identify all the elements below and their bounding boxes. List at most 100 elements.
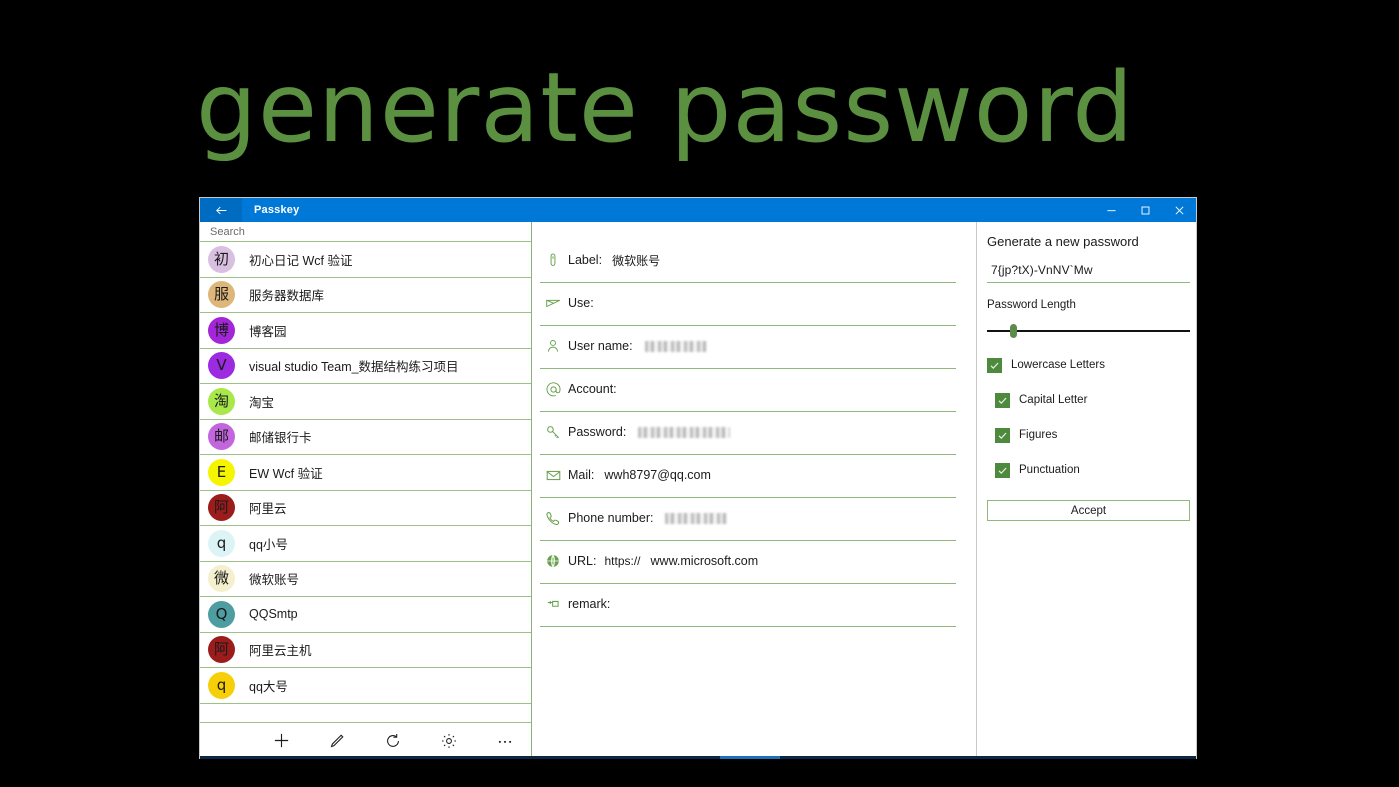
checkbox-checked-icon[interactable] [995, 462, 1010, 478]
restore-button[interactable] [1128, 198, 1162, 222]
account-name: visual studio Team_数据结构练习项目 [249, 360, 459, 375]
account-list-item[interactable]: Vvisual studio Team_数据结构练习项目 [200, 348, 531, 384]
account-name: 服务器数据库 [249, 289, 325, 304]
field-label-use: Use: [568, 296, 594, 310]
window-bottom-accent [200, 756, 1196, 759]
field-row-use[interactable]: Use: [540, 283, 956, 326]
avatar: 博 [208, 316, 235, 344]
generator-option-row[interactable]: Lowercase Letters [987, 355, 1190, 375]
field-value-mail: wwh8797@qq.com [604, 468, 711, 482]
page-title: generate password [196, 52, 1135, 164]
generator-option-label: Figures [1019, 429, 1058, 441]
gear-icon[interactable] [432, 726, 466, 756]
generator-option-label: Capital Letter [1019, 394, 1088, 406]
account-list-item[interactable]: Q QQSmtp [200, 597, 531, 633]
account-name: 邮储银行卡 [249, 431, 312, 446]
field-value-redacted-user [644, 340, 707, 352]
window-body: Search 初初心日记 Wcf 验证服服务器数据库博博客园 Vvisual st… [200, 222, 1196, 758]
at-sign-icon [540, 381, 566, 398]
phone-icon [540, 510, 566, 527]
field-value-redacted-phone [665, 512, 728, 524]
avatar: 微 [208, 565, 235, 593]
envelope-icon [540, 467, 566, 484]
account-list-item[interactable]: 博博客园 [200, 313, 531, 349]
avatar: 阿 [208, 494, 235, 522]
account-name: 淘宝 [249, 395, 275, 410]
account-list-item[interactable]: q qq小号 [200, 526, 531, 562]
field-value-redacted-password [638, 426, 731, 438]
account-name: QQSmtp [249, 607, 298, 622]
account-list-item[interactable]: q qq大号 [200, 668, 531, 704]
ellipsis-icon[interactable] [488, 726, 522, 756]
avatar: Q [208, 600, 235, 628]
list-toolbar [200, 722, 531, 758]
slider-thumb[interactable] [1009, 324, 1017, 338]
password-length-label: Password Length [987, 299, 1076, 311]
back-arrow-icon[interactable] [200, 198, 242, 222]
minimize-button[interactable] [1094, 198, 1128, 222]
account-list-item[interactable]: 淘淘宝 [200, 384, 531, 420]
account-name: 初心日记 Wcf 验证 [249, 253, 353, 268]
avatar: 服 [208, 281, 235, 309]
field-label-remark: remark: [568, 597, 611, 611]
account-list-item[interactable]: 阿阿里云主机 [200, 632, 531, 668]
generated-password-value: 7{jp?tX)-VnNV`Mw [991, 263, 1093, 277]
title-bar: Passkey [200, 198, 1196, 222]
generator-option-row[interactable]: Figures [987, 425, 1190, 445]
pencil-icon[interactable] [320, 726, 354, 756]
accept-button[interactable]: Accept [987, 500, 1190, 521]
field-row-label[interactable]: Label: 微软账号 [540, 240, 956, 283]
avatar: 阿 [208, 636, 235, 664]
generator-option-row[interactable]: Punctuation [987, 460, 1190, 480]
field-row-phone[interactable]: Phone number: [540, 498, 956, 541]
field-row-user[interactable]: User name: [540, 326, 956, 369]
field-row-account[interactable]: Account: [540, 369, 956, 412]
account-list-pane: Search 初初心日记 Wcf 验证服服务器数据库博博客园 Vvisual st… [200, 222, 532, 758]
account-name: qq大号 [249, 679, 288, 694]
window-title: Passkey [254, 204, 300, 216]
generator-title: Generate a new password [987, 234, 1139, 249]
add-button[interactable] [264, 726, 298, 756]
account-name: 阿里云主机 [249, 644, 312, 659]
field-label-account: Account: [568, 382, 617, 396]
account-list-item[interactable]: E EW Wcf 验证 [200, 455, 531, 491]
generator-option-row[interactable]: Capital Letter [987, 390, 1190, 410]
avatar: 淘 [208, 387, 235, 415]
detail-form: Label: 微软账号 Use: User name: Account: Password… [532, 222, 976, 758]
checkbox-checked-icon[interactable] [995, 427, 1010, 443]
account-list-item[interactable]: 邮邮储银行卡 [200, 419, 531, 455]
pushpin-icon [540, 596, 566, 613]
field-row-remark[interactable]: remark: [540, 584, 956, 627]
right-pane-filler [987, 521, 1190, 758]
field-prefix-url: https:// [604, 554, 641, 568]
field-row-password[interactable]: Password: [540, 412, 956, 455]
field-row-mail[interactable]: Mail: wwh8797@qq.com [540, 455, 956, 498]
close-button[interactable] [1162, 198, 1196, 222]
account-list-item[interactable]: 阿阿里云 [200, 490, 531, 526]
account-list-item[interactable]: 服服务器数据库 [200, 277, 531, 313]
globe-icon [540, 553, 566, 569]
passkey-window: Passkey Search 初初心日记 Wcf 验证服服务器数据库博博客园 Vv… [200, 198, 1196, 758]
account-name: EW Wcf 验证 [249, 466, 323, 481]
window-bottom-accent-highlight [720, 756, 780, 759]
field-row-url[interactable]: URL: https:// www.microsoft.com [540, 541, 956, 584]
account-name: qq小号 [249, 537, 288, 552]
checkbox-checked-icon[interactable] [987, 357, 1002, 373]
account-list[interactable]: 初初心日记 Wcf 验证服服务器数据库博博客园 Vvisual studio Te… [200, 242, 531, 722]
account-list-item[interactable]: 微微软账号 [200, 561, 531, 597]
paper-plane-icon [540, 295, 566, 312]
search-input[interactable]: Search [200, 222, 531, 242]
account-list-item[interactable]: 初初心日记 Wcf 验证 [200, 242, 531, 278]
slider-track [987, 330, 1190, 332]
avatar: 初 [208, 245, 235, 273]
generated-password-field[interactable]: 7{jp?tX)-VnNV`Mw [987, 263, 1190, 283]
checkbox-checked-icon[interactable] [995, 392, 1010, 408]
account-name: 微软账号 [249, 573, 300, 588]
avatar: V [208, 352, 235, 380]
generator-option-label: Punctuation [1019, 464, 1080, 476]
account-list-empty-row [200, 704, 531, 723]
password-length-slider[interactable] [987, 324, 1190, 338]
refresh-icon[interactable] [376, 726, 410, 756]
field-label-label: Label: [568, 253, 603, 267]
avatar: 邮 [208, 423, 235, 451]
